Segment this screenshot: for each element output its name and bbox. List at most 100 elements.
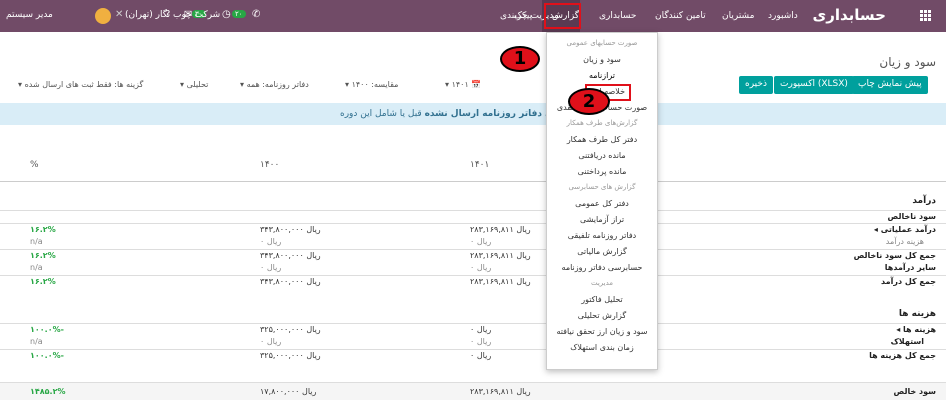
row-value-1400[interactable]: ۳۲۵,۰۰۰,۰۰۰ ریال — [260, 325, 321, 334]
menu-item-general-ledger[interactable]: دفتر کل عمومی — [547, 199, 657, 208]
menu-vendors[interactable]: تامین کنندگان — [655, 11, 706, 21]
row-name: سایر درآمدها — [884, 263, 936, 272]
menu-accounting[interactable]: حسابداری — [599, 11, 636, 21]
comparison-filter-label: مقایسه: ۱۴۰۰ — [351, 80, 399, 89]
table-row[interactable]: ۱۰۰.۰%- ۳۲۵,۰۰۰,۰۰۰ ریال ۰ ریال ◂ هزینه … — [0, 323, 946, 336]
menu-customers[interactable]: مشتریان — [722, 11, 754, 21]
menu-item-analytic-report[interactable]: گزارش تحلیلی — [547, 311, 657, 320]
menu-item-invoice-analysis[interactable]: تحلیل فاکتور — [547, 295, 657, 304]
menu-item-unrealized-fx[interactable]: سود و زیان ارز تحقق نیافته — [547, 327, 657, 336]
row-name: سود خالص — [893, 387, 936, 396]
options-filter-label: گزینه ها: فقط ثبت های ارسال شده — [24, 80, 144, 89]
expense-section-title: هزینه ها — [898, 309, 936, 319]
table-row[interactable]: ۱۴۸۵.۲% ۱۷,۸۰۰,۰۰۰ ریال ۲۸۳,۱۶۹,۸۱۱ ریال… — [0, 382, 946, 400]
row-percent: n/a — [30, 237, 43, 246]
reporting-dropdown-menu: صورت حسابهای عمومی سود و زیان ترازنامه خ… — [546, 32, 658, 370]
table-row[interactable]: n/a ۰ ریال ۰ ریال هزینه درآمد — [0, 236, 946, 249]
print-preview-button[interactable]: پیش نمایش چاپ — [852, 76, 928, 94]
row-value-1400[interactable]: ۳۴۳,۸۰۰,۰۰۰ ریال — [260, 225, 321, 234]
column-header-1400: ۱۴۰۰ — [260, 160, 280, 170]
row-value-1400[interactable]: ۳۴۳,۸۰۰,۰۰۰ ریال — [260, 277, 321, 286]
options-filter[interactable]: ▾ گزینه ها: فقط ثبت های ارسال شده — [18, 80, 143, 89]
menu-item-profit-loss[interactable]: سود و زیان — [547, 55, 657, 64]
row-value-1401[interactable]: ۰ ریال — [470, 351, 491, 360]
row-value-1401[interactable]: ۲۸۳,۱۶۹,۸۱۱ ریال — [470, 277, 531, 286]
menu-item-partner-ledger[interactable]: دفتر کل طرف همکار — [547, 135, 657, 144]
save-button[interactable]: ذخیره — [739, 76, 773, 94]
row-percent: n/a — [30, 337, 43, 346]
table-row[interactable]: ۱۶.۲% ۳۴۳,۸۰۰,۰۰۰ ریال ۲۸۳,۱۶۹,۸۱۱ ریال … — [0, 223, 946, 236]
row-percent: ۱۰۰.۰%- — [30, 351, 64, 360]
table-row[interactable]: ۱۶.۲% ۳۴۳,۸۰۰,۰۰۰ ریال ۲۸۳,۱۶۹,۸۱۱ ریال … — [0, 275, 946, 288]
table-row[interactable]: ۱۶.۲% ۳۴۳,۸۰۰,۰۰۰ ریال ۲۸۳,۱۶۹,۸۱۱ ریال … — [0, 249, 946, 262]
journals-filter-label: دفاتر روزنامه: همه — [246, 80, 309, 89]
row-name: ◂ هزینه ها — [896, 325, 936, 334]
date-filter[interactable]: ▾ ۱۴۰۱ 📅 — [445, 80, 481, 89]
row-value-1401[interactable]: ۲۸۳,۱۶۹,۸۱۱ ریال — [470, 387, 531, 396]
phone-icon[interactable]: ✆ — [252, 9, 260, 20]
row-value-1401[interactable]: ۰ ریال — [470, 337, 491, 346]
page-title: سود و زیان — [879, 55, 936, 69]
row-name: جمع کل درآمد — [881, 277, 936, 286]
menu-item-depreciation-schedule[interactable]: زمان بندی استهلاک — [547, 343, 657, 352]
callout-step-2: 2 — [568, 88, 610, 115]
table-row[interactable]: n/a ۰ ریال ۰ ریال استهلاک — [0, 336, 946, 349]
menu-dashboard[interactable]: داشبورد — [768, 11, 798, 21]
income-section-title: درآمد — [912, 196, 936, 206]
row-name: هزینه درآمد — [885, 237, 924, 246]
menu-item-trial-balance[interactable]: تراز آزمایشی — [547, 215, 657, 224]
unposted-entries-alert: ای دفاتر روزنامه ارسال نشده قبل یا شامل … — [0, 103, 946, 125]
app-brand[interactable]: حسابداری — [812, 6, 886, 24]
table-row[interactable]: n/a ۰ ریال ۰ ریال سایر درآمدها — [0, 262, 946, 275]
table-row[interactable]: ۱۰۰.۰%- ۳۲۵,۰۰۰,۰۰۰ ریال ۰ ریال جمع کل ه… — [0, 349, 946, 362]
row-value-1400[interactable]: ۰ ریال — [260, 337, 281, 346]
row-value-1401[interactable]: ۰ ریال — [470, 263, 491, 272]
company-switcher[interactable]: شرکت چوب نگار (تهران) — [125, 10, 220, 20]
row-value-1400[interactable]: ۱۷,۸۰۰,۰۰۰ ریال — [260, 387, 316, 396]
reporting-menu-highlight — [544, 3, 581, 29]
export-xlsx-button[interactable]: اکسپورت (XLSX) — [774, 76, 854, 94]
row-value-1400[interactable]: ۰ ریال — [260, 237, 281, 246]
row-value-1400[interactable]: ۳۴۳,۸۰۰,۰۰۰ ریال — [260, 251, 321, 260]
row-value-1401[interactable]: ۲۸۳,۱۶۹,۸۱۱ ریال — [470, 251, 531, 260]
row-value-1401[interactable]: ۰ ریال — [470, 325, 491, 334]
row-percent: ۱۴۸۵.۲% — [30, 387, 66, 396]
row-percent: ۱۶.۲% — [30, 225, 56, 234]
row-name: جمع کل سود ناخالص — [853, 251, 936, 260]
menu-item-tax-report[interactable]: گزارش مالیاتی — [547, 247, 657, 256]
column-header-1401: ۱۴۰۱ — [470, 160, 490, 170]
alert-bold-text: ای دفاتر روزنامه ارسال نشده — [424, 109, 557, 119]
user-name[interactable]: مدیر سیستم — [6, 10, 53, 20]
menu-header: گزارش های حسابرسی — [568, 183, 636, 191]
column-header-percent: % — [30, 160, 39, 170]
row-name-text: هزینه ها — [903, 325, 936, 334]
row-value-1401[interactable]: ۲۸۳,۱۶۹,۸۱۱ ریال — [470, 225, 531, 234]
menu-configuration[interactable]: پیکربندی — [500, 11, 532, 21]
menu-header: صورت حسابهای عمومی — [566, 39, 638, 47]
row-percent: n/a — [30, 263, 43, 272]
menu-item-aged-receivable[interactable]: مانده دریافتنی — [547, 151, 657, 160]
analytic-filter[interactable]: ▾ تحلیلی — [180, 80, 208, 89]
menu-item-balance-sheet[interactable]: ترازنامه — [547, 71, 657, 80]
date-filter-label: ۱۴۰۱ — [451, 80, 469, 89]
table-row[interactable]: سود ناخالص — [0, 210, 946, 223]
menu-item-journal-audit[interactable]: حسابرسی دفاتر روزنامه — [547, 263, 657, 272]
row-name: جمع کل هزینه ها — [869, 351, 936, 360]
activity-icon[interactable]: ◷ — [222, 9, 231, 20]
alert-rest-text: قبل یا شامل این دوره — [340, 109, 422, 119]
row-name-text: درآمد عملیاتی — [880, 225, 936, 234]
menu-header: گزارش‌های طرف همکار — [566, 119, 638, 127]
row-value-1400[interactable]: ۳۲۵,۰۰۰,۰۰۰ ریال — [260, 351, 321, 360]
journals-filter[interactable]: ▾ دفاتر روزنامه: همه — [240, 80, 309, 89]
row-value-1401[interactable]: ۰ ریال — [470, 237, 491, 246]
menu-item-aged-payable[interactable]: مانده پرداختنی — [547, 167, 657, 176]
comparison-filter[interactable]: ▾ مقایسه: ۱۴۰۰ — [345, 80, 398, 89]
row-value-1400[interactable]: ۰ ریال — [260, 263, 281, 272]
close-icon[interactable]: ✕ — [115, 9, 123, 20]
apps-grid-icon[interactable] — [920, 10, 932, 22]
row-name: استهلاک — [890, 337, 924, 346]
user-avatar[interactable] — [95, 8, 111, 24]
activities-badge: ۲۰ — [232, 10, 246, 18]
row-percent: ۱۰۰.۰%- — [30, 325, 64, 334]
menu-item-consolidated-journals[interactable]: دفاتر روزنامه تلفیقی — [547, 231, 657, 240]
